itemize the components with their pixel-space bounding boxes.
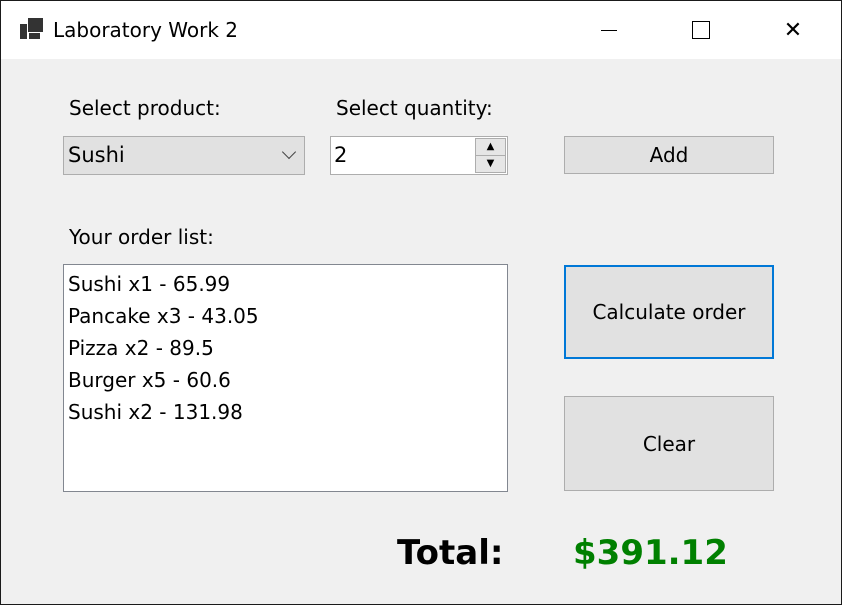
minimize-icon [601,29,617,31]
decrement-button[interactable]: ▼ [475,155,506,173]
list-item[interactable]: Sushi x2 - 131.98 [64,396,507,428]
quantity-value[interactable]: 2 [334,143,347,167]
product-select-value: Sushi [68,143,125,167]
list-item[interactable]: Burger x5 - 60.6 [64,364,507,396]
minimize-button[interactable] [563,1,655,59]
maximize-button[interactable] [655,1,747,59]
order-list-label: Your order list: [69,225,214,249]
total-label: Total: [397,533,504,573]
close-icon: ✕ [783,17,803,43]
increment-button[interactable]: ▲ [475,138,506,156]
app-window-icon [20,18,43,39]
add-button[interactable]: Add [564,136,774,174]
list-item[interactable]: Pizza x2 - 89.5 [64,332,507,364]
product-select[interactable]: Sushi [63,136,305,175]
calculate-order-button[interactable]: Calculate order [564,265,774,359]
list-item[interactable]: Sushi x1 - 65.99 [64,268,507,300]
list-item[interactable]: Pancake x3 - 43.05 [64,300,507,332]
title-bar: Laboratory Work 2 ✕ [1,1,841,59]
quantity-label: Select quantity: [336,96,493,120]
total-value: $391.12 [573,533,728,573]
order-list[interactable]: Sushi x1 - 65.99 Pancake x3 - 43.05 Pizz… [63,264,508,492]
close-button[interactable]: ✕ [747,1,839,59]
window-title: Laboratory Work 2 [53,18,239,42]
chevron-down-icon [281,144,297,160]
maximize-icon [692,21,710,39]
clear-button[interactable]: Clear [564,396,774,491]
quantity-stepper[interactable]: 2 ▲ ▼ [330,136,508,175]
product-label: Select product: [69,96,221,120]
app-window: Laboratory Work 2 ✕ Select product: Sele… [0,0,842,605]
